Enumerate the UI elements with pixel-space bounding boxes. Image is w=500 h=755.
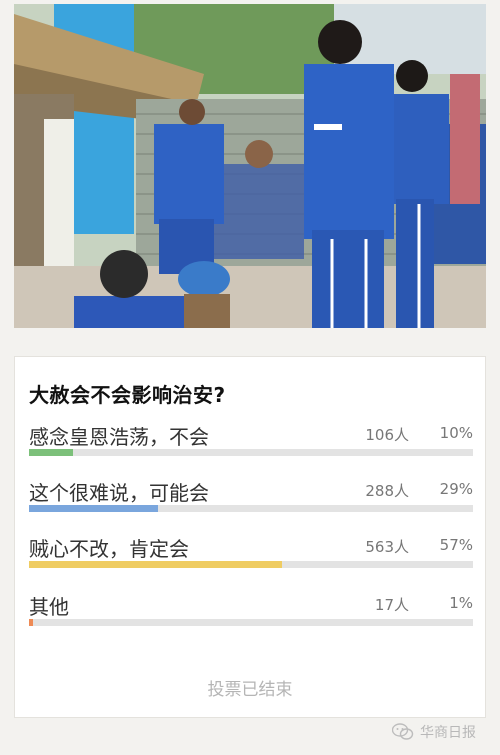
option-bar-track [29,619,473,626]
option-count: 106人 [365,426,409,444]
poll-title: 大赦会不会影响治安? [29,383,226,407]
option-count: 563人 [365,538,409,556]
source-watermark: 华商日报 [392,722,476,742]
option-percent: 29% [439,480,473,498]
option-percent: 1% [449,594,473,612]
option-label: 其他 [29,595,69,619]
option-label: 贼心不改，肯定会 [29,537,189,561]
option-percent: 57% [439,536,473,554]
poll-option[interactable]: 这个很难说，可能会 288人 29% [29,477,473,517]
option-bar-fill [29,449,74,456]
watermark-text: 华商日报 [420,725,476,741]
option-count: 17人 [374,596,409,614]
option-label: 感念皇恩浩荡，不会 [29,425,209,449]
option-count: 288人 [365,482,409,500]
poll-option[interactable]: 其他 17人 1% [29,591,473,631]
article-photo [14,4,486,328]
option-bar-fill [29,561,283,568]
option-bar-track [29,505,473,512]
poll-card: 大赦会不会影响治安? 感念皇恩浩荡，不会 106人 10% 这个很难说，可能会 … [14,356,486,718]
option-bar-fill [29,505,158,512]
option-bar-track [29,561,473,568]
wechat-icon [392,723,414,740]
option-label: 这个很难说，可能会 [29,481,209,505]
prison-yard-photo [14,4,486,328]
option-bar-track [29,449,473,456]
option-percent: 10% [439,424,473,442]
poll-ended-status: 投票已结束 [207,680,293,700]
poll-option[interactable]: 贼心不改，肯定会 563人 57% [29,533,473,573]
option-bar-fill [29,619,34,626]
poll-option[interactable]: 感念皇恩浩荡，不会 106人 10% [29,421,473,461]
